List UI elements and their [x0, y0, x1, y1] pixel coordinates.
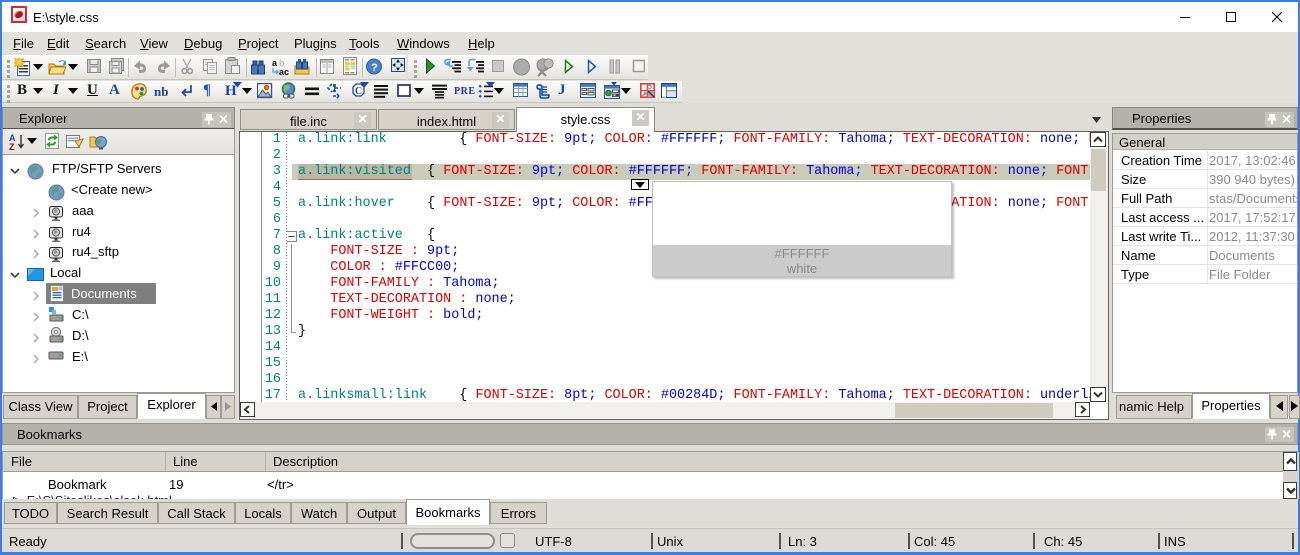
svg-text:ac: ac [279, 67, 289, 77]
svg-text:a: a [272, 58, 278, 68]
svg-text:?: ? [371, 62, 378, 74]
svg-text:Z: Z [9, 142, 15, 151]
